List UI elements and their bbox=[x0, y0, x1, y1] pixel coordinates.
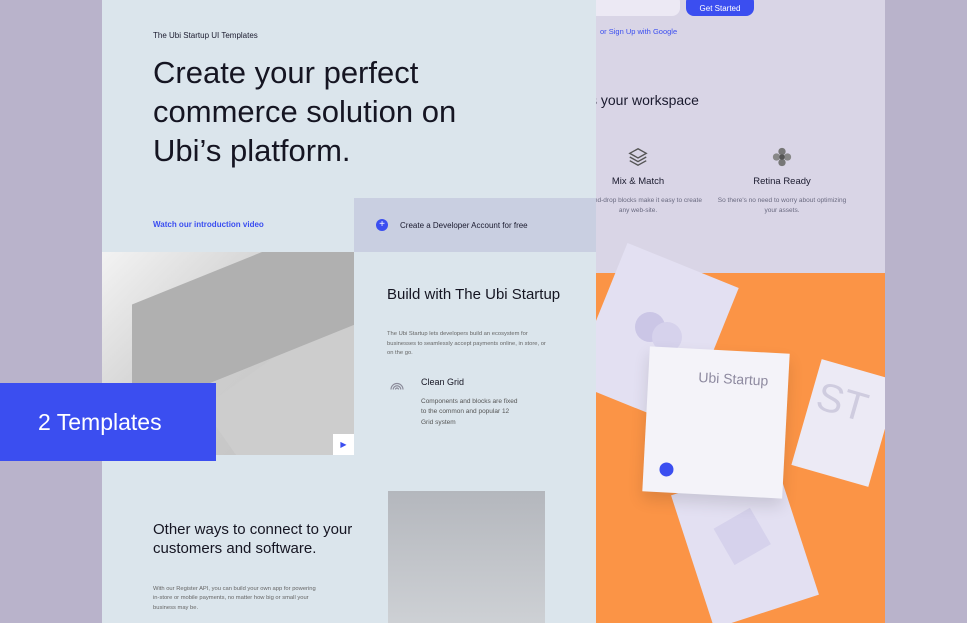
developer-account-button[interactable]: + Create a Developer Account for free bbox=[354, 198, 596, 252]
card-text: Ubi Startup bbox=[697, 369, 769, 389]
hero-title: Create your perfect commerce solution on… bbox=[153, 55, 457, 168]
workspace-heading: s your workspace bbox=[590, 92, 699, 108]
grey-image-block bbox=[388, 491, 545, 623]
watch-video-link[interactable]: Watch our introduction video bbox=[153, 220, 264, 229]
google-signup-link[interactable]: or Sign Up with Google bbox=[600, 27, 677, 36]
feature-desc: So there's no need to worry about optimi… bbox=[717, 197, 847, 214]
templates-badge: 2 Templates bbox=[0, 383, 216, 461]
front-page-preview: The Ubi Startup UI Templates Create your… bbox=[102, 0, 596, 623]
build-desc: The Ubi Startup lets developers build an… bbox=[387, 331, 546, 357]
card-dot bbox=[659, 462, 674, 477]
flower-icon bbox=[772, 147, 792, 167]
build-title: Build with The Ubi Startup bbox=[387, 286, 561, 303]
feature-title: Retina Ready bbox=[753, 176, 811, 187]
other-ways-title: Other ways to connect to your customers … bbox=[153, 521, 353, 558]
feature-retina-ready: Retina Ready So there's no need to worry… bbox=[717, 146, 847, 216]
illustration-main-card: Ubi Startup bbox=[642, 346, 790, 499]
clean-grid-desc: Components and blocks are fixed to the c… bbox=[421, 398, 518, 426]
clean-grid-title: Clean Grid bbox=[421, 377, 465, 387]
eyebrow-text: The Ubi Startup UI Templates bbox=[153, 31, 258, 40]
developer-account-label: Create a Developer Account for free bbox=[400, 220, 528, 230]
card-mark: ST bbox=[811, 374, 873, 431]
layers-icon bbox=[628, 147, 648, 167]
get-started-button[interactable]: Get Started bbox=[686, 0, 754, 16]
plus-icon: + bbox=[376, 219, 388, 231]
other-ways-desc: With our Register API, you can build you… bbox=[153, 586, 316, 611]
fingerprint-icon bbox=[390, 382, 404, 390]
play-icon[interactable]: ▶ bbox=[333, 434, 354, 455]
